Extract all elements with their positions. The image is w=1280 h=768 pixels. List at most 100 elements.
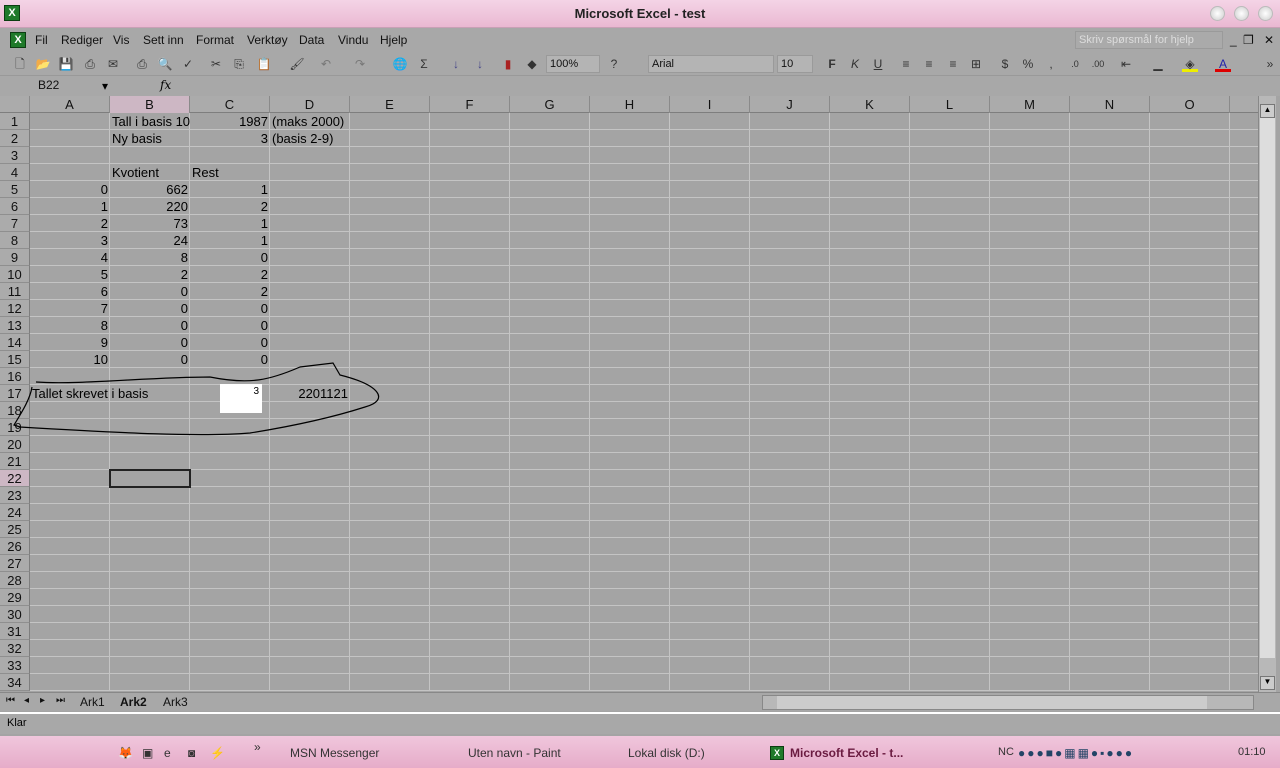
drawing-icon[interactable]: ◆ xyxy=(524,56,540,72)
system-tray-icons[interactable]: ●●●■●▦▦●▪●●● xyxy=(1018,746,1134,760)
menu-format[interactable]: Format xyxy=(196,33,234,47)
row-header-2[interactable]: 2 xyxy=(0,130,30,147)
cell-b5[interactable]: 662 xyxy=(110,181,190,198)
column-header-h[interactable]: H xyxy=(590,96,670,113)
start-button[interactable] xyxy=(0,736,105,768)
align-center-icon[interactable]: ≡ xyxy=(921,56,937,72)
column-header-b[interactable]: B xyxy=(110,96,190,113)
column-header-d[interactable]: D xyxy=(270,96,350,113)
row-header-4[interactable]: 4 xyxy=(0,164,30,181)
percent-button[interactable]: % xyxy=(1020,56,1036,72)
row-header-13[interactable]: 13 xyxy=(0,317,30,334)
cell-d1[interactable]: (maks 2000) xyxy=(270,113,430,130)
chart-wizard-icon[interactable]: ▮ xyxy=(500,56,516,72)
firefox-icon[interactable]: 🦊 xyxy=(118,746,133,760)
redo-icon[interactable]: ↷ xyxy=(352,56,368,72)
menu-rediger[interactable]: Rediger xyxy=(61,33,103,47)
tab-nav-next-icon[interactable]: ▸ xyxy=(40,695,45,706)
cell-b14[interactable]: 0 xyxy=(110,334,190,351)
name-box-dropdown-icon[interactable]: ▾ xyxy=(102,79,108,93)
row-header-29[interactable]: 29 xyxy=(0,589,30,606)
scroll-down-icon[interactable]: ▼ xyxy=(1260,676,1275,690)
help-search-input[interactable]: Skriv spørsmål for hjelp xyxy=(1075,31,1223,49)
doc-restore-button[interactable]: ❐ xyxy=(1243,33,1254,47)
cell-b8[interactable]: 24 xyxy=(110,232,190,249)
scroll-up-icon[interactable]: ▲ xyxy=(1260,104,1275,118)
undo-icon[interactable]: ↶ xyxy=(318,56,334,72)
column-header-m[interactable]: M xyxy=(990,96,1070,113)
cell-a12[interactable]: 7 xyxy=(30,300,110,317)
row-header-21[interactable]: 21 xyxy=(0,453,30,470)
row-header-22[interactable]: 22 xyxy=(0,470,30,487)
increase-decimal-icon[interactable]: .0 xyxy=(1067,56,1083,72)
column-header-l[interactable]: L xyxy=(910,96,990,113)
cell-c8[interactable]: 1 xyxy=(190,232,270,249)
cell-c9[interactable]: 0 xyxy=(190,249,270,266)
row-header-32[interactable]: 32 xyxy=(0,640,30,657)
row-header-14[interactable]: 14 xyxy=(0,334,30,351)
vertical-scrollbar[interactable]: ▲ ▼ xyxy=(1258,96,1276,692)
new-icon[interactable]: 🗋 xyxy=(12,56,28,72)
horizontal-scrollbar[interactable] xyxy=(762,695,1254,710)
row-header-1[interactable]: 1 xyxy=(0,113,30,130)
help-icon[interactable]: ? xyxy=(606,56,622,72)
tab-nav-prev-icon[interactable]: ◂ xyxy=(24,695,29,706)
column-header-a[interactable]: A xyxy=(30,96,110,113)
row-header-31[interactable]: 31 xyxy=(0,623,30,640)
cell-b12[interactable]: 0 xyxy=(110,300,190,317)
maximize-button[interactable] xyxy=(1234,6,1249,21)
underline-button[interactable]: U xyxy=(870,56,886,72)
copy-icon[interactable]: ⎘ xyxy=(231,56,247,72)
column-header-g[interactable]: G xyxy=(510,96,590,113)
taskbar-excel[interactable]: Microsoft Excel - t... xyxy=(790,746,903,760)
cell-c6[interactable]: 2 xyxy=(190,198,270,215)
taskbar-msn[interactable]: MSN Messenger xyxy=(290,746,379,760)
cell-c4[interactable]: Rest xyxy=(190,164,350,181)
doc-close-button[interactable]: ✕ xyxy=(1264,33,1274,47)
cell-b13[interactable]: 0 xyxy=(110,317,190,334)
cell-c2[interactable]: 3 xyxy=(190,130,270,147)
sheet-tab-ark2[interactable]: Ark2 xyxy=(120,695,147,709)
more-quicklaunch-icon[interactable]: » xyxy=(254,740,261,754)
font-color-icon[interactable]: A xyxy=(1215,56,1231,72)
row-header-34[interactable]: 34 xyxy=(0,674,30,691)
row-header-5[interactable]: 5 xyxy=(0,181,30,198)
tab-nav-last-icon[interactable]: ⏭ xyxy=(56,695,65,706)
format-painter-icon[interactable]: 🖌 xyxy=(289,56,305,72)
cell-c12[interactable]: 0 xyxy=(190,300,270,317)
zoom-select[interactable]: 100% xyxy=(546,55,600,73)
cell-a7[interactable]: 2 xyxy=(30,215,110,232)
save-icon[interactable]: 💾 xyxy=(58,56,74,72)
cell-a14[interactable]: 9 xyxy=(30,334,110,351)
quicklaunch-icon-2[interactable]: ◙ xyxy=(188,746,195,760)
menu-verktoy[interactable]: Verktøy xyxy=(247,33,288,47)
row-header-12[interactable]: 12 xyxy=(0,300,30,317)
cell-c1[interactable]: 1987 xyxy=(190,113,270,130)
h-scroll-thumb[interactable] xyxy=(777,696,1207,709)
spelling-icon[interactable]: ✓ xyxy=(180,56,196,72)
row-header-11[interactable]: 11 xyxy=(0,283,30,300)
cell-a8[interactable]: 3 xyxy=(30,232,110,249)
cell-b7[interactable]: 73 xyxy=(110,215,190,232)
font-select[interactable]: Arial xyxy=(648,55,774,73)
ie-icon[interactable]: e xyxy=(164,746,171,760)
column-header-c[interactable]: C xyxy=(190,96,270,113)
permission-icon[interactable]: ⎙ xyxy=(82,56,98,72)
cell-a11[interactable]: 6 xyxy=(30,283,110,300)
print-icon[interactable]: ⎙ xyxy=(134,56,150,72)
cell-c10[interactable]: 2 xyxy=(190,266,270,283)
doc-minimize-button[interactable]: _ xyxy=(1230,33,1237,47)
menu-sett-inn[interactable]: Sett inn xyxy=(143,33,184,47)
row-header-27[interactable]: 27 xyxy=(0,555,30,572)
row-header-3[interactable]: 3 xyxy=(0,147,30,164)
cell-c11[interactable]: 2 xyxy=(190,283,270,300)
cell-d2[interactable]: (basis 2-9) xyxy=(270,130,430,147)
workbook-icon[interactable]: X xyxy=(10,32,26,48)
column-header-j[interactable]: J xyxy=(750,96,830,113)
fx-label[interactable]: fx xyxy=(160,78,171,92)
row-header-30[interactable]: 30 xyxy=(0,606,30,623)
cell-b9[interactable]: 8 xyxy=(110,249,190,266)
menu-vis[interactable]: Vis xyxy=(113,33,129,47)
selected-cell-cursor[interactable] xyxy=(109,469,191,488)
toolbar-options-icon[interactable]: » xyxy=(1262,56,1278,72)
